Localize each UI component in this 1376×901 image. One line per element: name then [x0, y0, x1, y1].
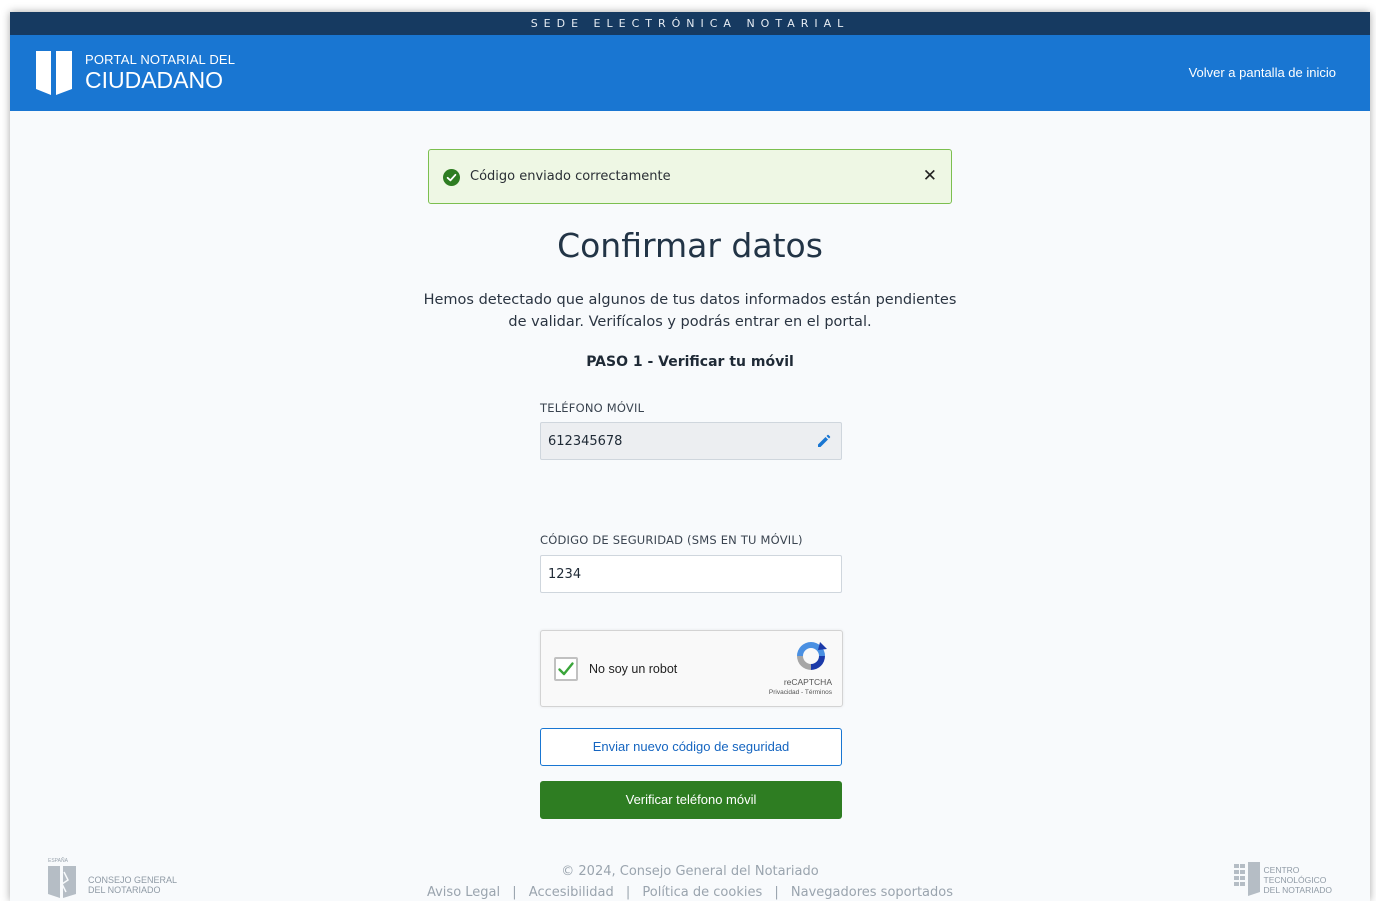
verify-phone-button[interactable]: Verificar teléfono móvil [540, 781, 842, 819]
centro-text: CENTRO TECNOLÓGICO DEL NOTARIADO [1264, 865, 1332, 895]
app-window: SEDE ELECTRÓNICA NOTARIAL PORTAL NOTARIA… [10, 12, 1370, 901]
recaptcha-checkbox[interactable] [554, 657, 578, 681]
footer-link-aviso-legal[interactable]: Aviso Legal [427, 885, 500, 900]
book-logo-icon [36, 51, 72, 95]
footer-links: Aviso Legal | Accesibilidad | Política d… [10, 885, 1370, 900]
centro-line3: DEL NOTARIADO [1263, 885, 1332, 895]
resend-code-button[interactable]: Enviar nuevo código de seguridad [540, 728, 842, 766]
alert-message: Código enviado correctamente [470, 169, 671, 184]
recaptcha-label: No soy un robot [589, 662, 678, 676]
footer-copyright: © 2024, Consejo General del Notariado [561, 864, 819, 879]
centro-line2: TECNOLÓGICO [1263, 875, 1327, 885]
footer-separator: | [774, 885, 779, 900]
footer-link-navegadores[interactable]: Navegadores soportados [791, 885, 953, 900]
back-to-home-link[interactable]: Volver a pantalla de inicio [1189, 65, 1336, 80]
topbar-text: SEDE ELECTRÓNICA NOTARIAL [530, 17, 850, 30]
security-code-input[interactable]: 1234 [540, 555, 842, 593]
recaptcha-widget: No soy un robot reCAPTCHA Privacidad - T… [540, 630, 843, 707]
portal-logo[interactable]: PORTAL NOTARIAL DEL CIUDADANO [36, 49, 235, 97]
page-title: Confirmar datos [557, 226, 823, 265]
centro-line1: CENTRO [1263, 865, 1300, 875]
footer-separator: | [512, 885, 517, 900]
success-alert: Código enviado correctamente ✕ [428, 149, 952, 204]
logo-line1: PORTAL NOTARIAL DEL [85, 52, 236, 67]
site-header: PORTAL NOTARIAL DEL CIUDADANO Volver a p… [10, 35, 1370, 111]
logo-line2: CIUDADANO [85, 67, 224, 93]
footer-separator: | [625, 885, 631, 900]
phone-value: 612345678 [548, 433, 623, 449]
checkmark-icon [558, 662, 574, 676]
centro-tecnologico-icon [1233, 862, 1260, 896]
code-value: 1234 [548, 566, 582, 582]
check-circle-icon [443, 169, 460, 186]
close-icon[interactable]: ✕ [923, 166, 937, 186]
step-heading: PASO 1 - Verificar tu móvil [586, 354, 794, 370]
centro-tecnologico-logo[interactable]: CENTRO TECNOLÓGICO DEL NOTARIADO [1233, 862, 1332, 898]
recaptcha-links[interactable]: Privacidad - Términos [769, 689, 832, 696]
footer-link-cookies[interactable]: Política de cookies [642, 885, 762, 900]
pencil-icon[interactable] [817, 434, 831, 448]
recaptcha-brand: reCAPTCHA [783, 677, 832, 687]
recaptcha-icon [797, 642, 827, 670]
page-description: Hemos detectado que algunos de tus datos… [423, 292, 957, 330]
emblem-espana-text: ESPAÑA [48, 857, 69, 864]
sede-topbar: SEDE ELECTRÓNICA NOTARIAL [10, 12, 1370, 35]
phone-label: TELÉFONO MÓVIL [540, 401, 645, 415]
footer-link-accesibilidad[interactable]: Accesibilidad [529, 885, 614, 900]
logo-text: PORTAL NOTARIAL DEL CIUDADANO [85, 52, 236, 94]
phone-field: 612345678 [540, 422, 842, 460]
code-label: CÓDIGO DE SEGURIDAD (SMS EN TU MÓVIL) [540, 533, 803, 547]
